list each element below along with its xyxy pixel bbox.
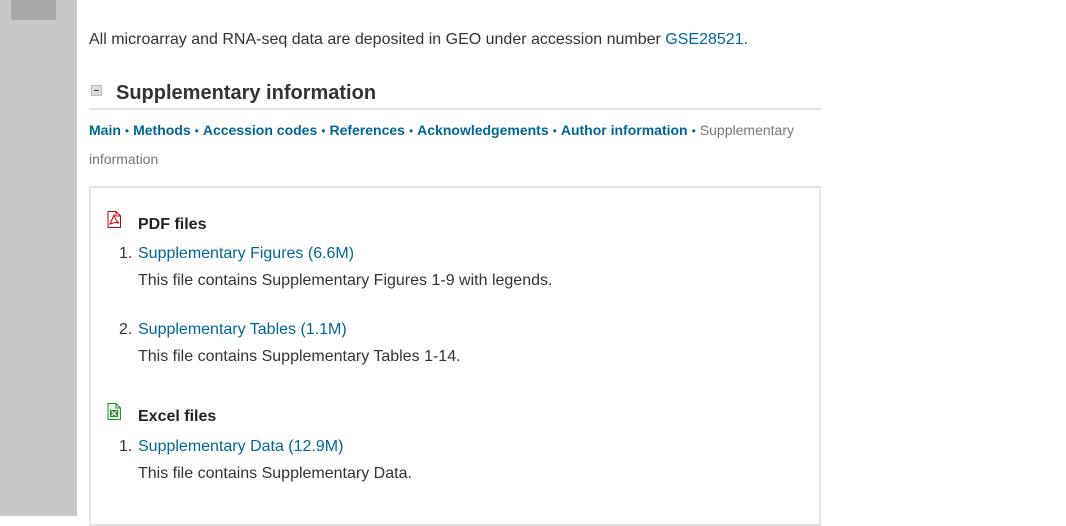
nav-link-accession-codes[interactable]: Accession codes	[203, 122, 317, 138]
group-title: PDF files	[138, 216, 207, 233]
nav-link-methods[interactable]: Methods	[133, 122, 191, 138]
list-number: 1.	[119, 438, 133, 455]
section-title: Supplementary information	[116, 82, 377, 104]
file-link[interactable]: Supplementary Tables (1.1M)	[138, 321, 347, 339]
file-description: This file contains Supplementary Data.	[138, 465, 412, 482]
file-link[interactable]: Supplementary Figures (6.6M)	[138, 245, 354, 263]
pdf-icon	[107, 211, 121, 228]
nav-link-main[interactable]: Main	[89, 122, 121, 138]
paragraph-trailing: .	[743, 31, 749, 48]
nav-separator: •	[552, 124, 557, 138]
nav-separator: •	[194, 124, 199, 138]
paragraph-text: All microarray and RNA-seq data are depo…	[89, 31, 666, 48]
section-heading: Supplementary information	[89, 80, 821, 110]
nav-link-author-information[interactable]: Author information	[561, 122, 688, 138]
left-sidebar-rail	[0, 0, 77, 516]
file-description: This file contains Supplementary Tables …	[138, 348, 461, 365]
nav-separator: •	[124, 124, 130, 138]
nav-separator: •	[691, 124, 696, 138]
supplementary-files-box: PDF files 1. Supplementary Figures (6.6M…	[89, 186, 821, 526]
nav-link-acknowledgements[interactable]: Acknowledgements	[417, 122, 548, 138]
group-title: Excel files	[138, 408, 217, 425]
sidebar-block[interactable]	[11, 0, 56, 20]
nav-separator: •	[408, 124, 414, 138]
data-availability-paragraph: All microarray and RNA-seq data are depo…	[89, 31, 748, 49]
file-link[interactable]: Supplementary Data (12.9M)	[138, 438, 343, 456]
list-number: 1.	[119, 245, 133, 262]
nav-separator: •	[321, 124, 326, 138]
list-number: 2.	[119, 321, 133, 338]
excel-icon	[107, 403, 121, 420]
collapse-toggle-icon[interactable]	[91, 85, 102, 96]
file-description: This file contains Supplementary Figures…	[138, 272, 553, 289]
section-jump-nav: Main • Methods • Accession codes • References •…	[89, 116, 821, 173]
nav-link-references[interactable]: References	[329, 122, 405, 138]
accession-link[interactable]: GSE28521	[665, 31, 743, 48]
